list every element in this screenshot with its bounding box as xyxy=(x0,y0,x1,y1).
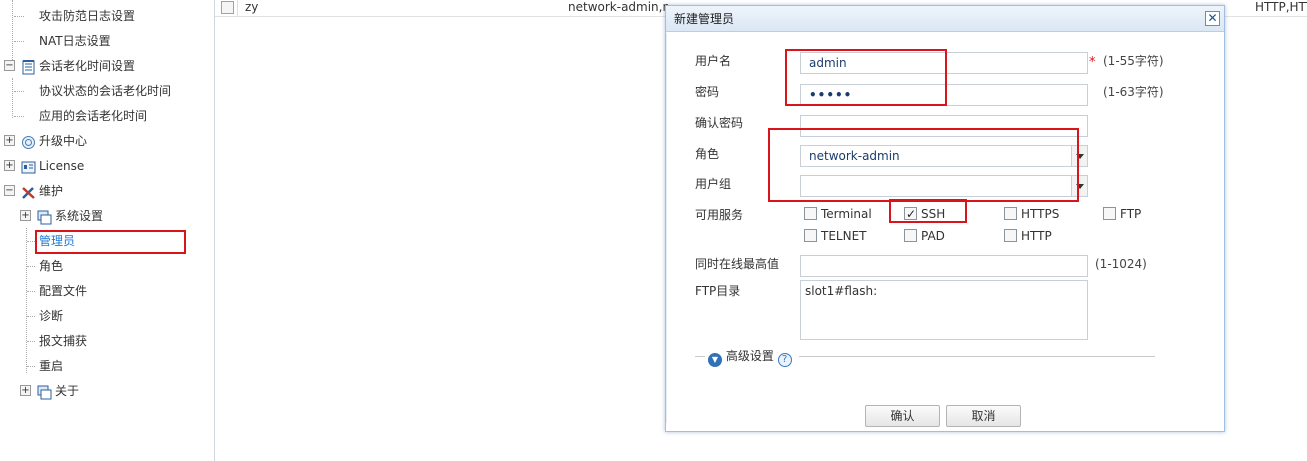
expand-icon[interactable]: + xyxy=(4,135,15,146)
service-label: Terminal xyxy=(821,207,872,221)
highlight-box xyxy=(889,199,967,223)
chevron-down-icon: ▼ xyxy=(708,353,722,367)
confirm-password-label: 确认密码 xyxy=(695,116,744,130)
navigation-tree: 攻击防范日志设置 NAT日志设置 − 会话老化时间设置 协议状态的会话老化时间 … xyxy=(0,0,215,461)
service-label: TELNET xyxy=(821,229,867,243)
tree-item-label: 诊断 xyxy=(39,309,64,323)
tree-item-label: 配置文件 xyxy=(39,284,88,298)
service-label: HTTPS xyxy=(1021,207,1060,221)
tree-item-label: NAT日志设置 xyxy=(39,34,111,48)
expand-icon[interactable]: + xyxy=(20,385,31,396)
advanced-settings-toggle[interactable]: ▼ 高级设置 ? xyxy=(708,348,792,367)
tree-item-label: 应用的会话老化时间 xyxy=(39,109,148,123)
max-online-hint: (1-1024) xyxy=(1095,257,1147,271)
highlight-box xyxy=(785,49,947,106)
tree-item-label: 会话老化时间设置 xyxy=(39,59,136,73)
dialog-header[interactable]: 新建管理员 ✕ xyxy=(666,6,1224,32)
tree-item-label: 重启 xyxy=(39,359,64,373)
dialog-title: 新建管理员 xyxy=(674,12,735,26)
about-icon xyxy=(37,384,52,400)
terminal-checkbox[interactable] xyxy=(804,207,817,220)
divider xyxy=(695,356,705,357)
user-group-label: 用户组 xyxy=(695,177,732,191)
https-checkbox[interactable] xyxy=(1004,207,1017,220)
ftp-checkbox[interactable] xyxy=(1103,207,1116,220)
username-hint: (1-55字符) xyxy=(1103,54,1164,68)
divider xyxy=(799,356,1155,357)
tree-item-label: 维护 xyxy=(39,184,64,198)
cell-services: HTTP,HTTPS,SSH xyxy=(1255,0,1307,14)
tree-guide-line xyxy=(26,228,27,373)
tree-item-label: 报文捕获 xyxy=(39,334,88,348)
password-label: 密码 xyxy=(695,85,720,99)
services-label: 可用服务 xyxy=(695,208,744,222)
tree-item-label: License xyxy=(39,159,85,173)
telnet-checkbox[interactable] xyxy=(804,229,817,242)
expand-icon[interactable]: + xyxy=(20,210,31,221)
cell-username: zy xyxy=(245,0,259,14)
role-label: 角色 xyxy=(695,147,720,161)
tree-item-label: 协议状态的会话老化时间 xyxy=(39,84,172,98)
system-icon xyxy=(37,209,52,225)
http-checkbox[interactable] xyxy=(1004,229,1017,242)
pad-checkbox[interactable] xyxy=(904,229,917,242)
password-hint: (1-63字符) xyxy=(1103,85,1164,99)
tree-guide-line xyxy=(12,78,13,118)
advanced-label: 高级设置 xyxy=(725,349,774,363)
tree-guide-line xyxy=(12,0,13,60)
service-label: HTTP xyxy=(1021,229,1052,243)
expand-icon[interactable]: + xyxy=(4,160,15,171)
max-online-field[interactable] xyxy=(800,255,1088,277)
collapse-icon[interactable]: − xyxy=(4,60,15,71)
tree-item-label: 系统设置 xyxy=(55,209,104,223)
tree-item-label: 角色 xyxy=(39,259,64,273)
ftp-dir-label: FTP目录 xyxy=(695,284,741,298)
tree-item-label: 攻击防范日志设置 xyxy=(39,9,136,23)
collapse-icon[interactable]: − xyxy=(4,185,15,196)
license-icon xyxy=(21,159,36,174)
notebook-icon xyxy=(21,59,36,75)
service-label: FTP xyxy=(1120,207,1142,221)
confirm-button[interactable]: 确认 xyxy=(865,405,940,427)
close-icon[interactable]: ✕ xyxy=(1205,11,1220,26)
tree-item-label: 关于 xyxy=(55,384,80,398)
tools-icon xyxy=(21,184,36,199)
required-mark: * xyxy=(1089,55,1096,70)
highlight-box xyxy=(35,230,186,254)
row-checkbox[interactable] xyxy=(221,1,234,14)
cancel-button[interactable]: 取消 xyxy=(946,405,1021,427)
username-label: 用户名 xyxy=(695,54,732,68)
cell-role: network-admin,net xyxy=(568,0,668,14)
highlight-box xyxy=(768,128,1079,202)
tree-item-label: 升级中心 xyxy=(39,134,88,148)
service-label: PAD xyxy=(921,229,945,243)
upgrade-icon xyxy=(21,134,36,149)
ftp-dir-field[interactable]: slot1#flash: xyxy=(800,280,1088,340)
max-online-label: 同时在线最高值 xyxy=(695,257,780,271)
help-icon[interactable]: ? xyxy=(777,353,792,367)
